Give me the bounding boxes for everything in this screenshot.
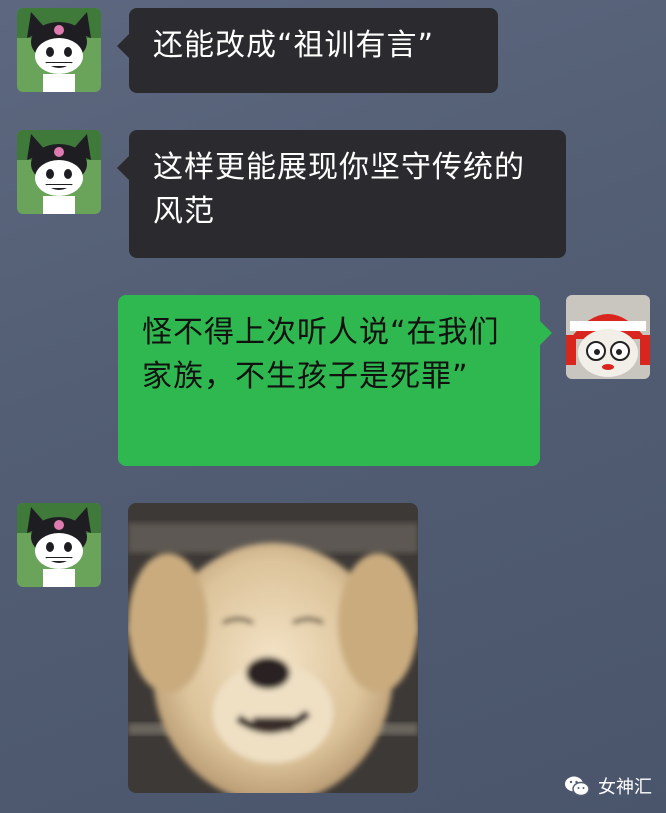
puppy-image-message[interactable] xyxy=(128,503,418,793)
message-bubble-3[interactable]: 怪不得上次听人说“在我们家族，不生孩子是死罪” xyxy=(118,295,552,466)
wechat-icon xyxy=(565,776,590,797)
chat-window: 还能改成“祖训有言” 这样更能展现你坚守传统的风范 怪不得上次听人说“在我们家族… xyxy=(0,0,666,813)
watermark: 女神汇 xyxy=(564,773,652,799)
kuromi-avatar-icon[interactable] xyxy=(17,130,101,214)
message-bubble-2[interactable]: 这样更能展现你坚守传统的风范 xyxy=(117,130,566,258)
kuromi-avatar-icon[interactable] xyxy=(17,8,101,92)
kuromi-avatar-icon[interactable] xyxy=(17,503,101,587)
red-hat-character-avatar-icon[interactable] xyxy=(566,295,650,379)
message-bubble-1[interactable]: 还能改成“祖训有言” xyxy=(117,8,498,93)
watermark-text: 女神汇 xyxy=(598,777,652,798)
